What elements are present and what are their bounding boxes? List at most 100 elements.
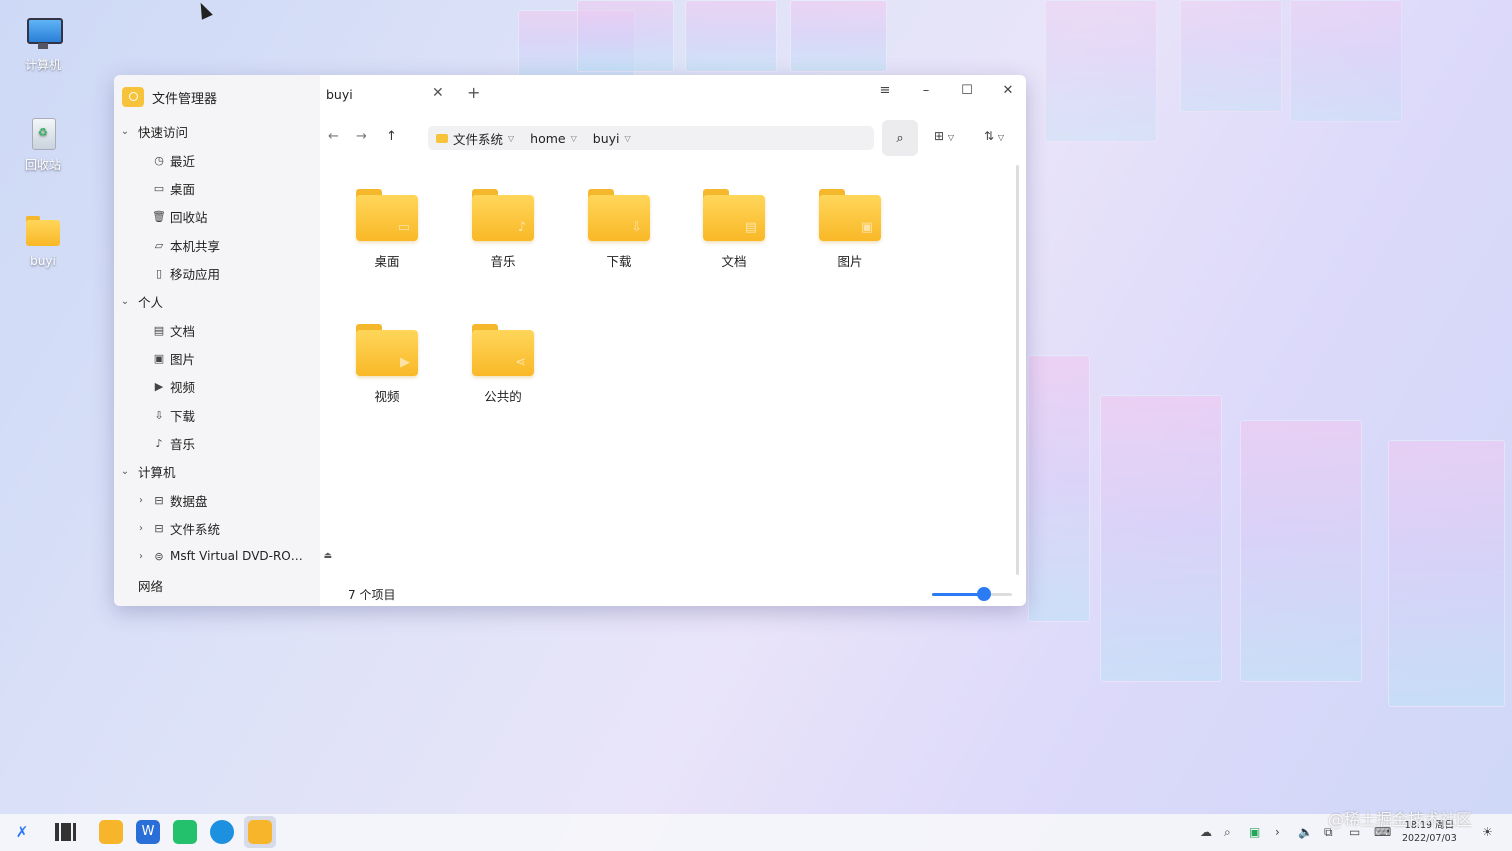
- forward-icon[interactable]: →: [356, 129, 367, 144]
- file-item[interactable]: ♪ 音乐: [453, 189, 553, 270]
- folder-icon: [436, 133, 448, 143]
- file-item[interactable]: ⇩ 下载: [569, 189, 669, 270]
- menu-icon[interactable]: ≡: [875, 83, 895, 98]
- sidebar-item-dvd[interactable]: › ⊜ Msft Virtual DVD-RO… ⏏: [114, 543, 340, 569]
- file-manager-taskbar-icon[interactable]: [99, 820, 123, 844]
- desktop-icon-trash[interactable]: ♻ 回收站: [8, 116, 78, 173]
- file-item[interactable]: ▶ 视频: [337, 324, 437, 405]
- file-name: 文档: [721, 254, 747, 269]
- chevron-right-icon[interactable]: ›: [134, 523, 148, 534]
- clock-icon: ◷: [154, 153, 164, 167]
- bg-panel: [685, 0, 777, 72]
- breadcrumb-item-home[interactable]: home ▽: [522, 131, 585, 146]
- file-name: 图片: [837, 254, 863, 269]
- start-menu-icon[interactable]: ✗: [10, 820, 34, 844]
- zoom-slider-handle[interactable]: [977, 587, 991, 601]
- disk-icon: ⊟: [154, 493, 164, 507]
- brightness-icon[interactable]: ☀: [1482, 825, 1493, 839]
- desktop-icon: ▭: [153, 181, 165, 195]
- download-icon: ⇩: [154, 408, 164, 422]
- music-folder-icon: ♪: [472, 189, 534, 241]
- desktop-icon-label: 计算机: [24, 58, 61, 72]
- status-bar-count: 7 个项目: [348, 588, 396, 602]
- sidebar-group-quick-access[interactable]: ⌄ 快速访问: [114, 118, 324, 144]
- scrollbar[interactable]: [1016, 165, 1019, 575]
- video-folder-icon: ▶: [356, 324, 418, 376]
- close-window-icon[interactable]: ✕: [998, 83, 1018, 98]
- network-status-icon[interactable]: ▣: [1249, 825, 1260, 839]
- bg-panel: [1045, 0, 1157, 142]
- bg-panel: [1388, 440, 1505, 707]
- public-folder-icon: ⋖: [472, 324, 534, 376]
- tab-buyi[interactable]: buyi: [326, 87, 446, 102]
- chevron-down-icon[interactable]: ▽: [571, 134, 577, 143]
- sidebar-group-personal[interactable]: ⌄ 个人: [114, 288, 324, 314]
- maximize-icon[interactable]: ☐: [957, 83, 977, 98]
- desktop-icon-label: buyi: [30, 254, 56, 268]
- file-item[interactable]: ▣ 图片: [800, 189, 900, 270]
- close-tab-icon[interactable]: ✕: [432, 85, 444, 101]
- breadcrumb: 文件系统 ▽ home ▽ buyi ▽: [428, 126, 874, 150]
- sidebar-item-network[interactable]: 网络: [114, 572, 344, 598]
- volume-icon[interactable]: 🔈: [1298, 825, 1313, 839]
- bg-panel: [790, 0, 887, 72]
- search-button[interactable]: ⌕: [882, 120, 918, 156]
- search-icon[interactable]: ⌕: [1224, 825, 1231, 840]
- sidebar-item-data-disk[interactable]: › ⊟ 数据盘: [114, 487, 340, 513]
- chevron-down-icon: ▽: [947, 133, 955, 142]
- grid-view-icon: ⊞: [934, 129, 945, 143]
- chevron-down-icon[interactable]: ▽: [508, 134, 514, 143]
- breadcrumb-item-filesystem[interactable]: 文件系统 ▽: [428, 129, 522, 148]
- chevron-down-icon: ⌄: [120, 465, 130, 477]
- music-icon: ♪: [155, 436, 163, 450]
- multitask-view-icon[interactable]: [53, 820, 77, 844]
- video-icon: ▶: [154, 379, 164, 393]
- home-folder-icon: [24, 214, 62, 250]
- active-app-highlight[interactable]: [244, 816, 276, 848]
- wps-icon[interactable]: W: [136, 820, 160, 844]
- bg-panel: [1028, 355, 1090, 622]
- back-icon[interactable]: ←: [328, 129, 339, 144]
- share-folder-icon: ▱: [154, 238, 164, 252]
- file-name: 公共的: [484, 389, 522, 404]
- file-name: 桌面: [374, 254, 400, 269]
- sort-button[interactable]: ⇅ ▽: [984, 129, 1004, 143]
- chevron-down-icon: ▽: [997, 133, 1005, 142]
- chevron-right-icon[interactable]: ›: [1275, 825, 1280, 839]
- document-icon: ▤: [153, 323, 165, 337]
- desktop-icon-computer[interactable]: 计算机: [8, 16, 78, 73]
- computer-icon: [24, 16, 63, 52]
- bg-panel: [1180, 0, 1282, 112]
- file-item[interactable]: ▭ 桌面: [337, 189, 437, 270]
- chevron-right-icon[interactable]: ›: [134, 495, 148, 506]
- zoom-slider[interactable]: [932, 587, 1012, 601]
- chevron-right-icon[interactable]: ›: [134, 551, 148, 562]
- browser-icon[interactable]: [210, 820, 234, 844]
- file-item[interactable]: ⋖ 公共的: [453, 324, 553, 405]
- chat-app-icon[interactable]: [173, 820, 197, 844]
- phone-icon: ▯: [155, 266, 163, 280]
- chevron-down-icon: ⌄: [120, 125, 130, 137]
- breadcrumb-item-buyi[interactable]: buyi ▽: [585, 131, 639, 146]
- desktop-folder-icon: ▭: [356, 189, 418, 241]
- document-folder-icon: ▤: [703, 189, 765, 241]
- picture-folder-icon: ▣: [819, 189, 881, 241]
- sidebar-group-computer[interactable]: ⌄ 计算机: [114, 458, 324, 484]
- bg-panel: [577, 0, 674, 72]
- sidebar-item-file-system[interactable]: › ⊟ 文件系统: [114, 515, 340, 541]
- file-manager-logo-icon: [122, 87, 144, 107]
- cloud-icon[interactable]: ☁: [1200, 825, 1212, 839]
- minimize-icon[interactable]: –: [916, 83, 936, 98]
- file-name: 音乐: [490, 254, 516, 269]
- desktop-icon-home[interactable]: buyi: [8, 214, 78, 268]
- add-tab-icon[interactable]: +: [467, 83, 480, 102]
- file-item[interactable]: ▤ 文档: [684, 189, 784, 270]
- trash-icon: 🗑: [152, 209, 166, 223]
- chevron-down-icon[interactable]: ▽: [625, 134, 631, 143]
- app-title: 文件管理器: [152, 91, 218, 107]
- up-icon[interactable]: ↑: [386, 129, 397, 144]
- view-mode-button[interactable]: ⊞ ▽: [934, 129, 954, 143]
- desktop-icon-label: 回收站: [24, 158, 61, 172]
- sort-icon: ⇅: [984, 129, 995, 143]
- download-folder-icon: ⇩: [588, 189, 650, 241]
